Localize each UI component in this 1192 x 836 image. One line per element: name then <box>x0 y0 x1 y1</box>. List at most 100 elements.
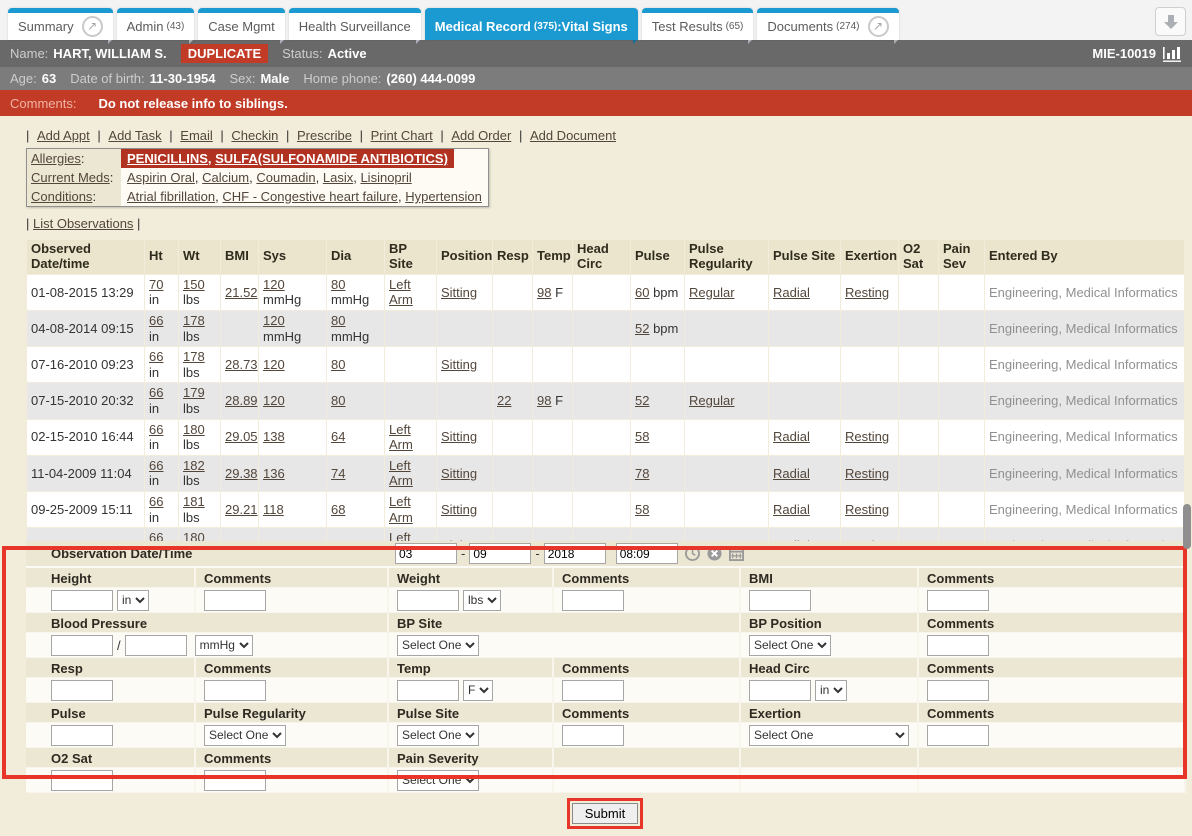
action-link-add-appt[interactable]: Add Appt <box>37 128 90 143</box>
exertion-comments-input[interactable] <box>927 725 989 746</box>
vital-value-link[interactable]: 66 <box>149 422 163 437</box>
temp-comments-input[interactable] <box>562 680 624 701</box>
date-day-input[interactable] <box>469 543 531 564</box>
download-button[interactable] <box>1155 7 1186 36</box>
vital-value-link[interactable]: 178 <box>183 349 205 364</box>
bp-comments-input[interactable] <box>927 635 989 656</box>
action-link-add-task[interactable]: Add Task <box>108 128 161 143</box>
vital-value-link[interactable]: 28.89 <box>225 393 258 408</box>
vital-value-link[interactable]: Resting <box>845 429 889 444</box>
vital-value-link[interactable]: 182 <box>183 458 205 473</box>
action-link-add-order[interactable]: Add Order <box>451 128 511 143</box>
allergies-link[interactable]: Allergies <box>31 151 81 166</box>
vital-value-link[interactable]: Resting <box>845 285 889 300</box>
temp-input[interactable] <box>397 680 459 701</box>
vital-value-link[interactable]: 58 <box>635 429 649 444</box>
tab-summary[interactable]: Summary↗ <box>8 8 113 40</box>
action-link-print-chart[interactable]: Print Chart <box>371 128 433 143</box>
medication-link[interactable]: Calcium <box>202 170 249 185</box>
vital-value-link[interactable]: 120 <box>263 277 285 292</box>
vital-value-link[interactable]: Resting <box>845 502 889 517</box>
height-comments-input[interactable] <box>204 590 266 611</box>
action-link-checkin[interactable]: Checkin <box>231 128 278 143</box>
vital-value-link[interactable]: 66 <box>149 385 163 400</box>
date-year-input[interactable] <box>544 543 606 564</box>
vital-value-link[interactable]: 29.21 <box>225 502 258 517</box>
vital-value-link[interactable]: Sitting <box>441 429 477 444</box>
vital-value-link[interactable]: 138 <box>263 429 285 444</box>
vital-value-link[interactable]: 58 <box>635 502 649 517</box>
medication-link[interactable]: Aspirin Oral <box>127 170 195 185</box>
condition-link[interactable]: Hypertension <box>405 189 482 204</box>
height-input[interactable] <box>51 590 113 611</box>
vital-value-link[interactable]: 29.05 <box>225 429 258 444</box>
bp-diastolic-input[interactable] <box>125 635 187 656</box>
vital-value-link[interactable]: 120 <box>263 393 285 408</box>
vital-value-link[interactable]: 180 <box>183 530 205 541</box>
head-circ-input[interactable] <box>749 680 811 701</box>
vital-value-link[interactable]: 60 <box>635 285 649 300</box>
allergy-link[interactable]: SULFA(SULFONAMIDE ANTIBIOTICS) <box>215 151 448 166</box>
vital-value-link[interactable]: 150 <box>183 277 205 292</box>
vital-value-link[interactable]: 80 <box>331 393 345 408</box>
clear-date-icon[interactable] <box>707 546 722 561</box>
bp-site-select[interactable]: Select One <box>397 635 479 656</box>
list-observations-link[interactable]: List Observations <box>33 216 133 231</box>
vital-value-link[interactable]: Left Arm <box>389 277 413 308</box>
vital-value-link[interactable]: 80 <box>331 277 345 292</box>
tab-case-mgmt[interactable]: Case Mgmt <box>198 8 284 40</box>
tab-documents[interactable]: Documents (274)↗ <box>757 8 898 40</box>
vital-value-link[interactable]: 120 <box>263 357 285 372</box>
bmi-comments-input[interactable] <box>927 590 989 611</box>
vital-value-link[interactable]: 120 <box>263 313 285 328</box>
scrollbar-thumb[interactable] <box>1183 504 1191 549</box>
vital-value-link[interactable]: Resting <box>845 466 889 481</box>
vital-value-link[interactable]: 64 <box>331 429 345 444</box>
tab-admin[interactable]: Admin (43) <box>117 8 195 40</box>
o2-sat-input[interactable] <box>51 770 113 791</box>
vital-value-link[interactable]: 66 <box>149 494 163 509</box>
vital-value-link[interactable]: Sitting <box>441 357 477 372</box>
vital-value-link[interactable]: Regular <box>689 393 735 408</box>
vital-value-link[interactable]: 52 <box>635 321 649 336</box>
vital-value-link[interactable]: 80 <box>331 357 345 372</box>
bp-unit-select[interactable]: mmHg <box>195 635 253 656</box>
weight-unit-select[interactable]: lbs <box>463 590 501 611</box>
allergy-link[interactable]: PENICILLINS <box>127 151 208 166</box>
vital-value-link[interactable]: Left Arm <box>389 530 413 541</box>
vital-value-link[interactable]: 66 <box>149 530 163 541</box>
resp-comments-input[interactable] <box>204 680 266 701</box>
vital-value-link[interactable]: Left Arm <box>389 422 413 453</box>
pulse-regularity-select[interactable]: Select One <box>204 725 286 746</box>
vital-value-link[interactable]: 66 <box>149 458 163 473</box>
pulse-input[interactable] <box>51 725 113 746</box>
medication-link[interactable]: Lasix <box>323 170 353 185</box>
action-link-email[interactable]: Email <box>180 128 213 143</box>
head-circ-unit-select[interactable]: in <box>815 680 847 701</box>
vital-value-link[interactable]: 66 <box>149 349 163 364</box>
vital-value-link[interactable]: 181 <box>183 494 205 509</box>
weight-comments-input[interactable] <box>562 590 624 611</box>
height-unit-select[interactable]: in <box>117 590 149 611</box>
vital-value-link[interactable]: Radial <box>773 502 810 517</box>
vital-value-link[interactable]: 136 <box>263 466 285 481</box>
vital-value-link[interactable]: 66 <box>149 313 163 328</box>
bp-systolic-input[interactable] <box>51 635 113 656</box>
vital-value-link[interactable]: 70 <box>149 277 163 292</box>
vital-value-link[interactable]: Radial <box>773 285 810 300</box>
vital-value-link[interactable]: 178 <box>183 313 205 328</box>
medication-link[interactable]: Lisinopril <box>360 170 411 185</box>
vital-value-link[interactable]: Sitting <box>441 285 477 300</box>
tab-medical-record[interactable]: Medical Record (375):Vital Signs <box>425 8 638 40</box>
time-input[interactable] <box>616 543 678 564</box>
popout-icon[interactable]: ↗ <box>82 16 103 37</box>
vital-value-link[interactable]: 68 <box>331 502 345 517</box>
condition-link[interactable]: Atrial fibrillation <box>127 189 215 204</box>
vital-value-link[interactable]: 118 <box>263 502 284 517</box>
pulse-site-select[interactable]: Select One <box>397 725 479 746</box>
head-circ-comments-input[interactable] <box>927 680 989 701</box>
bp-position-select[interactable]: Select One <box>749 635 831 656</box>
bmi-input[interactable] <box>749 590 811 611</box>
vital-value-link[interactable]: 98 <box>537 393 551 408</box>
vital-value-link[interactable]: 21.52 <box>225 285 258 300</box>
